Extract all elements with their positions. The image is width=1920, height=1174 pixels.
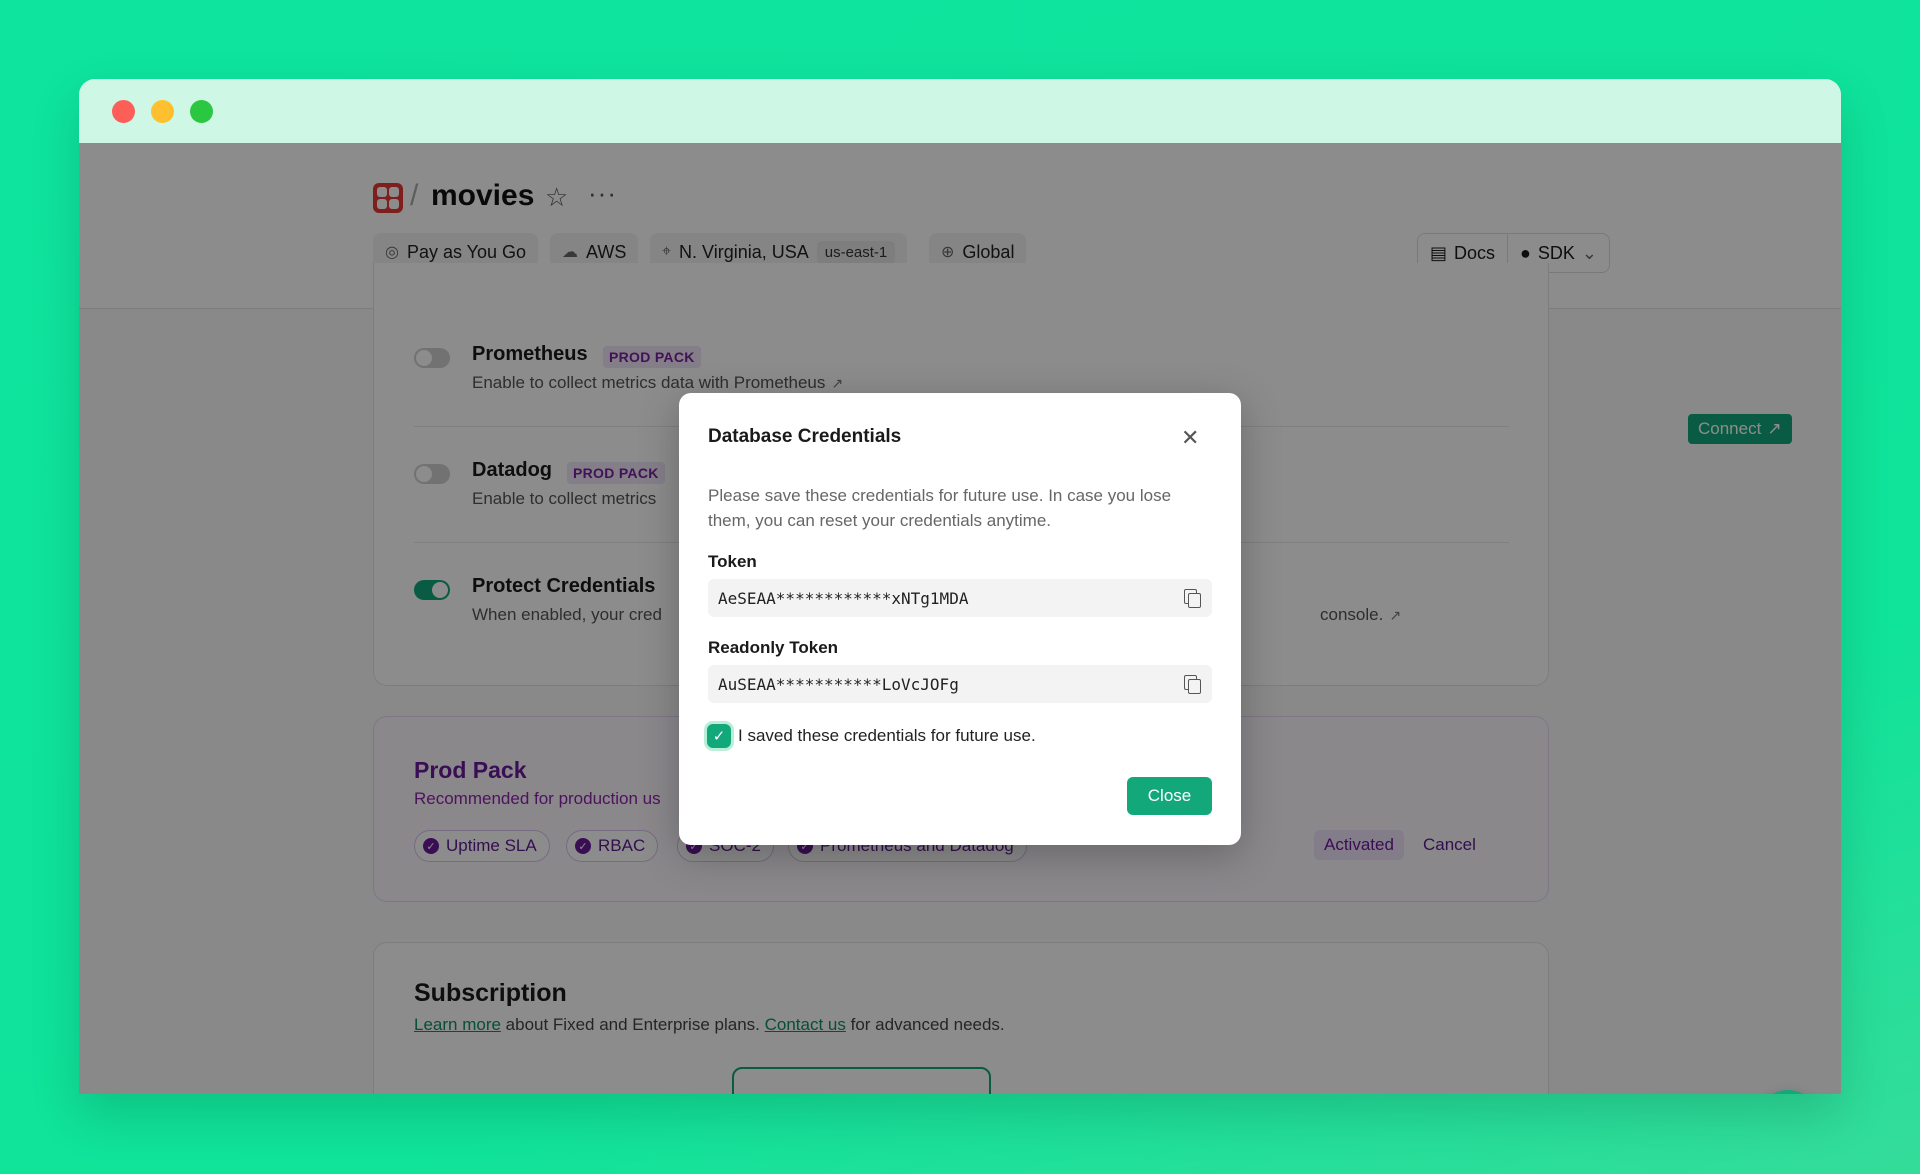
readonly-token-value: AuSEAA***********LoVcJOFg [718,674,959,694]
close-button[interactable]: Close [1127,777,1212,815]
dialog-title: Database Credentials [708,426,902,447]
saved-credentials-label[interactable]: I saved these credentials for future use… [738,726,1036,746]
close-icon[interactable]: ✕ [1181,427,1199,449]
token-field[interactable]: AeSEAA************xNTg1MDA [708,579,1212,617]
window-titlebar [79,79,1841,143]
maximize-window-button[interactable] [190,100,213,123]
minimize-window-button[interactable] [151,100,174,123]
database-credentials-dialog: Database Credentials ✕ Please save these… [679,393,1241,845]
copy-icon[interactable] [1184,675,1201,694]
dialog-description: Please save these credentials for future… [708,486,1172,530]
token-value: AeSEAA************xNTg1MDA [718,588,969,608]
token-label: Token [708,552,757,571]
copy-icon[interactable] [1184,589,1201,608]
close-window-button[interactable] [112,100,135,123]
readonly-token-field[interactable]: AuSEAA***********LoVcJOFg [708,665,1212,703]
readonly-token-label: Readonly Token [708,638,839,657]
saved-credentials-checkbox[interactable]: ✓ [707,724,731,748]
